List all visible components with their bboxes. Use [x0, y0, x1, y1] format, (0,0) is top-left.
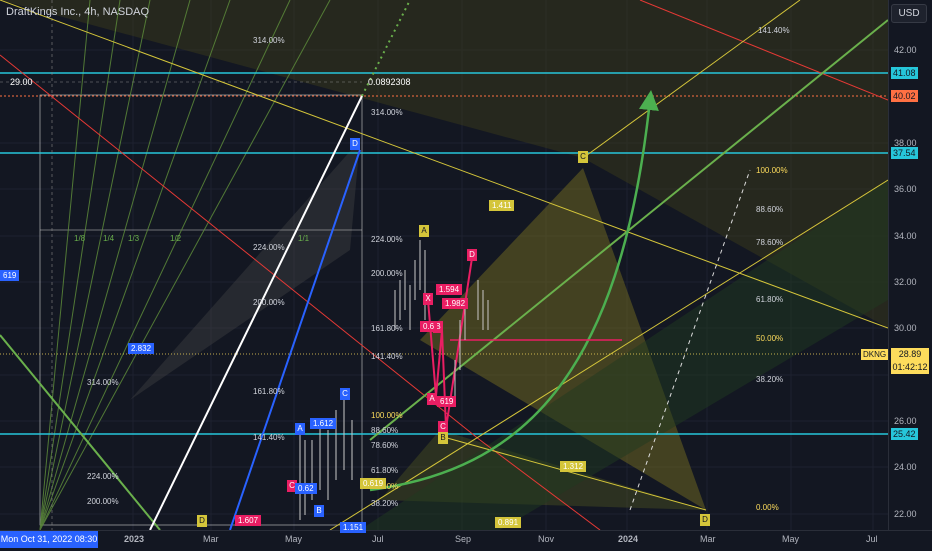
- ratio-label[interactable]: 1.312: [560, 461, 587, 472]
- fib-label: 314.00%: [371, 108, 403, 117]
- currency-button[interactable]: USD: [891, 4, 927, 23]
- ratio-label[interactable]: 1.411: [489, 200, 515, 211]
- fib-label: 314.00%: [253, 36, 285, 45]
- fib-label: 78.60%: [371, 441, 399, 450]
- fib-box-left: [39, 94, 363, 526]
- fib-label: 224.00%: [87, 472, 119, 481]
- chart-canvas[interactable]: [0, 0, 888, 530]
- y-tick: 22.00: [894, 509, 917, 519]
- x-tick: Mar: [203, 534, 219, 544]
- y-tick: 26.00: [894, 416, 917, 426]
- fan-label: 1/4: [103, 234, 115, 243]
- fib-label: 88.60%: [371, 426, 399, 435]
- ratio-label[interactable]: 619: [0, 270, 20, 281]
- y-axis[interactable]: [888, 0, 932, 530]
- ratio-label[interactable]: 1.982: [442, 298, 469, 309]
- point-marker[interactable]: A: [427, 393, 437, 405]
- fib-label: 161.80%: [253, 387, 285, 396]
- x-tick: Nov: [538, 534, 555, 544]
- y-tick: 32.00: [894, 277, 917, 287]
- white-diagonal: [149, 95, 363, 530]
- fib-label: 200.00%: [371, 269, 403, 278]
- x-tick: Sep: [455, 534, 472, 544]
- fib-label: 224.00%: [371, 235, 403, 244]
- fib-label: 38.20%: [371, 499, 399, 508]
- fan-label: 1/8: [74, 234, 86, 243]
- fan-label: 1/1: [298, 234, 310, 243]
- y-tick: 24.00: [894, 462, 917, 472]
- fib-label: 38.20%: [756, 375, 784, 384]
- fib-label: 141.40%: [371, 352, 403, 361]
- x-tick: Mar: [700, 534, 716, 544]
- ratio-label[interactable]: 0.62: [295, 483, 317, 494]
- price-tag-25: 25.42: [891, 428, 918, 440]
- point-marker[interactable]: C: [340, 388, 350, 400]
- price-tag-40: 40.02: [891, 90, 918, 102]
- fib-label: 78.60%: [756, 238, 784, 247]
- y-tick: 36.00: [894, 184, 917, 194]
- x-tick: May: [285, 534, 303, 544]
- ticker-tag: DKNG: [861, 349, 889, 360]
- grey-pattern: [130, 140, 360, 400]
- fib-label: 61.80%: [371, 466, 399, 475]
- ratio-label[interactable]: 0.6: [420, 321, 438, 332]
- symbol-title[interactable]: DraftKings Inc., 4h, NASDAQ: [6, 6, 149, 18]
- x-tick: 2023: [124, 534, 145, 544]
- fib-label: 61.80%: [756, 295, 784, 304]
- x-tick: Jul: [866, 534, 878, 544]
- x-tick: May: [782, 534, 800, 544]
- blue-diagonal: [229, 149, 361, 530]
- fib-label: 141.40%: [253, 433, 285, 442]
- ratio-label[interactable]: 1.151: [340, 522, 367, 533]
- fib-label: 141.40%: [758, 26, 790, 35]
- last-price-value: 28.89: [898, 349, 922, 359]
- ray-value: 0.0892308: [368, 77, 411, 87]
- point-marker[interactable]: D: [467, 249, 477, 261]
- y-tick: 42.00: [894, 45, 917, 55]
- point-marker[interactable]: D: [350, 138, 360, 150]
- fan-label: 1/2: [170, 234, 182, 243]
- ratio-label[interactable]: 1.607: [235, 515, 262, 526]
- ratio-label[interactable]: 619: [437, 396, 457, 407]
- point-marker[interactable]: D: [197, 515, 207, 527]
- fib-label: 224.00%: [253, 243, 285, 252]
- point-marker[interactable]: D: [700, 514, 710, 526]
- ratio-label[interactable]: 2.832: [128, 343, 155, 354]
- countdown-timer: 01:42:12: [892, 362, 928, 372]
- last-price-tag: 28.89 01:42:12: [891, 348, 929, 374]
- x-tick: 2024: [618, 534, 639, 544]
- y-tick: 34.00: [894, 231, 917, 241]
- fib-label: 100.00%: [756, 166, 788, 175]
- ratio-label[interactable]: 1.612: [310, 418, 337, 429]
- fib-label: 0.00%: [756, 503, 779, 512]
- fib-label: 50.00%: [756, 334, 784, 343]
- y-tick: 30.00: [894, 323, 917, 333]
- point-marker[interactable]: B: [438, 432, 448, 444]
- point-marker[interactable]: A: [295, 423, 305, 435]
- crosshair-price: 29.00: [10, 77, 33, 87]
- ratio-label[interactable]: 1.594: [436, 284, 463, 295]
- point-marker[interactable]: A: [419, 225, 429, 237]
- point-marker[interactable]: C: [578, 151, 588, 163]
- x-tick: Jul: [372, 534, 384, 544]
- fib-label: 161.80%: [371, 324, 403, 333]
- ratio-label[interactable]: 0.891: [495, 517, 522, 528]
- price-tag-37: 37.54: [891, 147, 918, 159]
- fib-label: 88.60%: [756, 205, 784, 214]
- crosshair-date-label: Mon Oct 31, 2022 08:30: [0, 531, 98, 548]
- ratio-label[interactable]: 0.619: [360, 478, 387, 489]
- fan-label: 1/3: [128, 234, 140, 243]
- fib-label: 200.00%: [87, 497, 119, 506]
- fib-label: 314.00%: [87, 378, 119, 387]
- chart-root: DraftKings Inc., 4h, NASDAQ USD 42.00 38…: [0, 0, 932, 551]
- point-marker[interactable]: X: [423, 293, 433, 305]
- fib-label: 100.00%: [371, 411, 403, 420]
- fib-label: 200.00%: [253, 298, 285, 307]
- price-tag-41: 41.08: [891, 67, 918, 79]
- point-marker[interactable]: B: [314, 505, 324, 517]
